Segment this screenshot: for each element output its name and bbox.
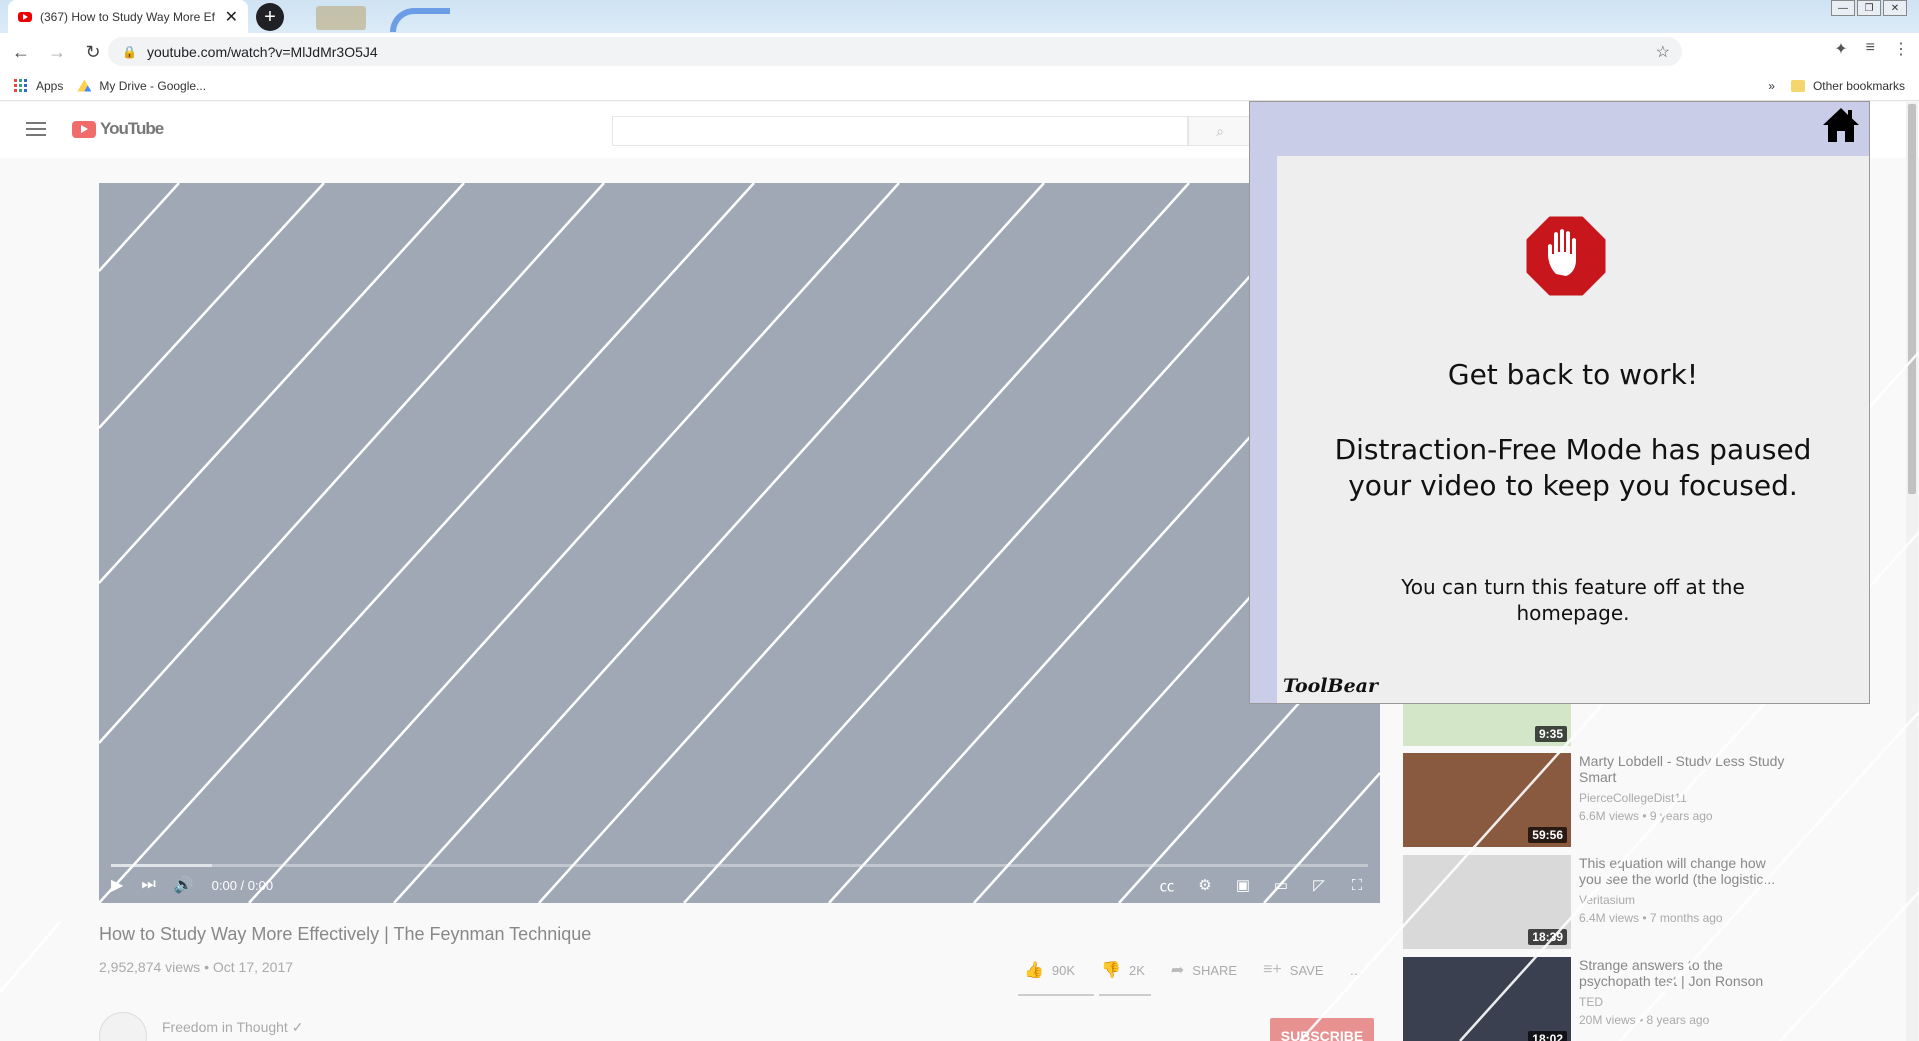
related-thumbnail: 18:02 xyxy=(1403,957,1571,1041)
time-display: 0:00 / 0:00 xyxy=(211,877,274,893)
apps-grid-icon xyxy=(14,78,28,93)
like-button[interactable]: 👍 90K xyxy=(1024,960,1075,980)
settings-gear-icon[interactable]: ⚙ xyxy=(1194,877,1216,894)
bookmark-my-drive[interactable]: My Drive - Google... xyxy=(77,79,206,93)
toolbear-overlay: Get back to work! Distraction-Free Mode … xyxy=(1249,101,1870,704)
background-tab-thumbnail xyxy=(390,8,450,32)
bookmarks-bar: Apps My Drive - Google... » Other bookma… xyxy=(0,71,1919,101)
more-actions-button[interactable]: … xyxy=(1350,963,1363,978)
bookmark-apps[interactable]: Apps xyxy=(14,78,63,93)
theater-mode-icon[interactable]: ▭ xyxy=(1270,877,1292,894)
channel-avatar[interactable] xyxy=(99,1012,147,1041)
next-icon[interactable]: ⏭ xyxy=(141,876,155,894)
tab-youtube[interactable]: (367) How to Study Way More Ef ✕ xyxy=(8,0,248,33)
youtube-favicon-icon xyxy=(18,11,32,22)
video-player[interactable]: ▶ ⏭ 🔊 0:00 / 0:00 ㏄ ⚙ ▣ ▭ ◸ ⛶ xyxy=(99,183,1380,903)
play-icon[interactable]: ▶ xyxy=(111,875,123,895)
tab-strip: (367) How to Study Way More Ef ✕ + — ❐ ✕ xyxy=(0,0,1919,33)
related-channel: TED xyxy=(1579,995,1603,1009)
thumbs-up-icon: 👍 xyxy=(1024,962,1044,979)
channel-name[interactable]: Freedom in Thought ✓ xyxy=(162,1019,303,1036)
url-text: youtube.com/watch?v=MlJdMr3O5J4 xyxy=(146,43,378,60)
video-title: How to Study Way More Effectively | The … xyxy=(99,924,592,944)
related-title: This equation will change how you see th… xyxy=(1579,855,1776,887)
video-actions: 👍 90K 👎 2K ➦ SHARE ≡+ SAVE … xyxy=(1024,960,1363,980)
page-scrollbar[interactable] xyxy=(1906,102,1918,1041)
verified-check-icon: ✓ xyxy=(291,1019,304,1035)
player-placeholder-stripes xyxy=(99,183,1380,903)
folder-icon xyxy=(1790,80,1805,93)
duration-badge: 18:02 xyxy=(1528,1031,1567,1041)
cast-icon[interactable]: ◸ xyxy=(1308,877,1330,894)
window-controls: — ❐ ✕ xyxy=(1831,0,1907,16)
background-tab-thumbnail xyxy=(316,6,366,30)
search-input[interactable] xyxy=(612,116,1188,146)
search-button[interactable]: ⌕ xyxy=(1188,116,1252,146)
related-video[interactable]: 59:56 Marty Lobdell - Study Less Study S… xyxy=(1403,753,1823,849)
tab-title: (367) How to Study Way More Ef xyxy=(40,9,215,24)
duration-badge: 9:35 xyxy=(1534,726,1567,742)
toolbear-message: Distraction-Free Mode has paused your vi… xyxy=(1334,433,1812,502)
close-window-button[interactable]: ✕ xyxy=(1883,0,1907,16)
toolbear-card: Get back to work! Distraction-Free Mode … xyxy=(1277,156,1869,703)
google-drive-icon xyxy=(77,79,92,92)
related-thumbnail: 18:39 xyxy=(1403,855,1571,949)
captions-icon[interactable]: ㏄ xyxy=(1156,877,1178,895)
toolbear-brand: ToolBear xyxy=(1283,675,1378,697)
save-button[interactable]: ≡+ SAVE xyxy=(1263,961,1323,979)
thumbs-down-icon: 👎 xyxy=(1101,962,1121,979)
forward-button[interactable]: → xyxy=(42,37,72,67)
like-ratio-bar xyxy=(1018,994,1094,996)
related-stats: 6.4M views • 7 months ago xyxy=(1579,911,1723,925)
related-channel: Veritasium xyxy=(1579,893,1636,907)
hamburger-menu-icon[interactable] xyxy=(26,122,46,136)
media-queue-icon[interactable]: ≡ xyxy=(1866,39,1875,59)
search-icon: ⌕ xyxy=(1216,122,1224,139)
lock-icon: 🔒 xyxy=(122,44,137,59)
menu-kebab-icon[interactable]: ⋮ xyxy=(1893,39,1909,59)
fullscreen-icon[interactable]: ⛶ xyxy=(1346,877,1368,894)
dislike-ratio-bar xyxy=(1099,994,1151,996)
stop-hand-icon xyxy=(1526,216,1606,296)
share-arrow-icon: ➦ xyxy=(1170,962,1185,979)
youtube-logo[interactable]: YouTube xyxy=(72,119,164,139)
toolbear-note: You can turn this feature off at the hom… xyxy=(1401,575,1745,625)
address-bar[interactable]: 🔒 youtube.com/watch?v=MlJdMr3O5J4 ☆ xyxy=(108,37,1682,66)
related-title: Strange answers to the psychopath test |… xyxy=(1579,957,1764,989)
bookmark-star-icon[interactable]: ☆ xyxy=(1656,42,1670,62)
subscribe-button[interactable]: SUBSCRIBE xyxy=(1270,1018,1374,1041)
duration-badge: 59:56 xyxy=(1528,827,1567,843)
minimize-button[interactable]: — xyxy=(1831,0,1855,16)
new-tab-button[interactable]: + xyxy=(256,3,284,31)
dislike-button[interactable]: 👎 2K xyxy=(1101,960,1145,980)
share-button[interactable]: ➦ SHARE xyxy=(1171,960,1237,980)
related-thumbnail: 59:56 xyxy=(1403,753,1571,847)
tab-close-icon[interactable]: ✕ xyxy=(225,7,238,27)
related-video[interactable]: 18:39 This equation will change how you … xyxy=(1403,855,1823,951)
related-title: Marty Lobdell - Study Less Study Smart xyxy=(1579,753,1785,785)
related-video[interactable]: 18:02 Strange answers to the psychopath … xyxy=(1403,957,1823,1041)
toolbar-actions: ✦ ≡ ⋮ xyxy=(1834,39,1909,59)
bookmarks-overflow-icon[interactable]: » xyxy=(1768,79,1775,93)
volume-icon[interactable]: 🔊 xyxy=(174,875,194,895)
youtube-play-logo-icon xyxy=(72,120,96,138)
extensions-icon[interactable]: ✦ xyxy=(1834,39,1847,59)
related-stats: 20M views • 8 years ago xyxy=(1579,1013,1710,1027)
player-controls: ▶ ⏭ 🔊 0:00 / 0:00 ㏄ ⚙ ▣ ▭ ◸ ⛶ xyxy=(111,867,1368,903)
playlist-add-icon: ≡+ xyxy=(1263,961,1282,978)
toolbear-heading: Get back to work! xyxy=(1447,358,1699,391)
bookmark-other[interactable]: Other bookmarks xyxy=(1790,79,1905,93)
home-icon[interactable] xyxy=(1821,106,1861,144)
miniplayer-icon[interactable]: ▣ xyxy=(1232,877,1254,894)
video-meta: 2,952,874 views • Oct 17, 2017 xyxy=(99,959,294,975)
related-channel: PierceCollegeDist11 xyxy=(1579,791,1687,805)
duration-badge: 18:39 xyxy=(1528,929,1567,945)
back-button[interactable]: ← xyxy=(6,37,36,67)
restore-button[interactable]: ❐ xyxy=(1857,0,1881,16)
browser-toolbar: ← → ↻ 🔒 youtube.com/watch?v=MlJdMr3O5J4 … xyxy=(0,33,1919,71)
related-stats: 6.6M views • 9 years ago xyxy=(1579,809,1713,823)
reload-button[interactable]: ↻ xyxy=(78,37,108,67)
